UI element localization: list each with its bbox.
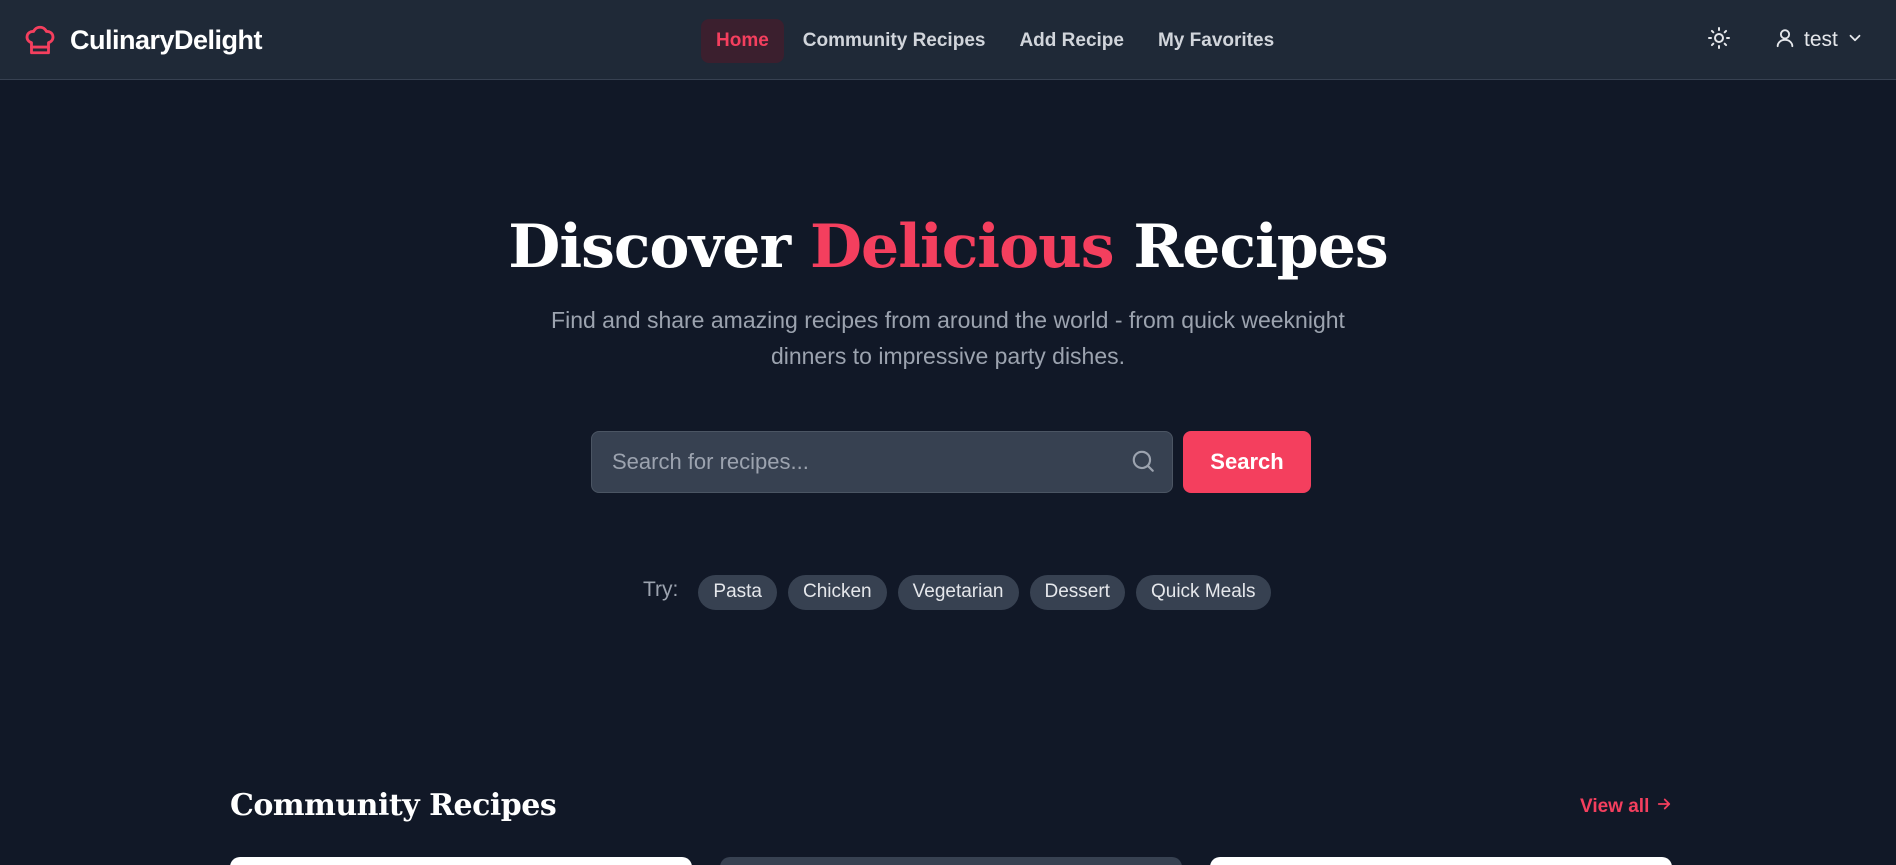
- chevron-down-icon: [1846, 29, 1864, 52]
- tag-dessert[interactable]: Dessert: [1029, 574, 1125, 610]
- brand-name: CulinaryDelight: [70, 24, 263, 55]
- theme-toggle-button[interactable]: [1701, 22, 1737, 58]
- search-input[interactable]: [592, 432, 1172, 492]
- search-box: [591, 431, 1173, 493]
- nav-home[interactable]: Home: [701, 19, 784, 63]
- sun-icon: [1707, 26, 1731, 55]
- hero-title-end: Recipes: [1133, 212, 1388, 282]
- main-nav: Home Community Recipes Add Recipe My Fav…: [701, 19, 1289, 63]
- suggested-searches: Try: Pasta Chicken Vegetarian Dessert Qu…: [643, 574, 1271, 610]
- try-label: Try:: [643, 578, 679, 601]
- hero-title-accent: Delicious: [809, 212, 1115, 282]
- nav-my-favorites[interactable]: My Favorites: [1143, 19, 1289, 63]
- chef-hat-icon: [22, 22, 58, 58]
- user-name: test: [1804, 28, 1838, 51]
- search-button[interactable]: Search: [1183, 431, 1311, 493]
- hero-title-start: Discover: [508, 212, 791, 282]
- hero-subtitle: Find and share amazing recipes from arou…: [551, 307, 1345, 369]
- recipe-card[interactable]: [230, 857, 692, 865]
- search-icon[interactable]: [1130, 448, 1158, 476]
- user-icon: [1774, 27, 1796, 54]
- user-menu-button[interactable]: test: [1774, 22, 1864, 58]
- view-all-label: View all: [1580, 796, 1650, 817]
- view-all-link[interactable]: View all: [1580, 795, 1673, 819]
- community-section-title: Community Recipes: [230, 788, 557, 823]
- hero-title: Discover Delicious Recipes: [0, 212, 1896, 282]
- top-navbar: CulinaryDelight Home Community Recipes A…: [0, 0, 1896, 80]
- tag-pasta[interactable]: Pasta: [698, 574, 777, 610]
- nav-add-recipe[interactable]: Add Recipe: [1004, 19, 1139, 63]
- recipe-card[interactable]: [720, 857, 1182, 865]
- brand-logo-link[interactable]: CulinaryDelight: [22, 20, 263, 60]
- tag-vegetarian[interactable]: Vegetarian: [897, 574, 1019, 610]
- tag-chicken[interactable]: Chicken: [787, 574, 887, 610]
- recipe-card[interactable]: [1210, 857, 1672, 865]
- arrow-right-icon: [1655, 795, 1673, 819]
- nav-community-recipes[interactable]: Community Recipes: [788, 19, 1001, 63]
- tag-quick-meals[interactable]: Quick Meals: [1135, 574, 1271, 610]
